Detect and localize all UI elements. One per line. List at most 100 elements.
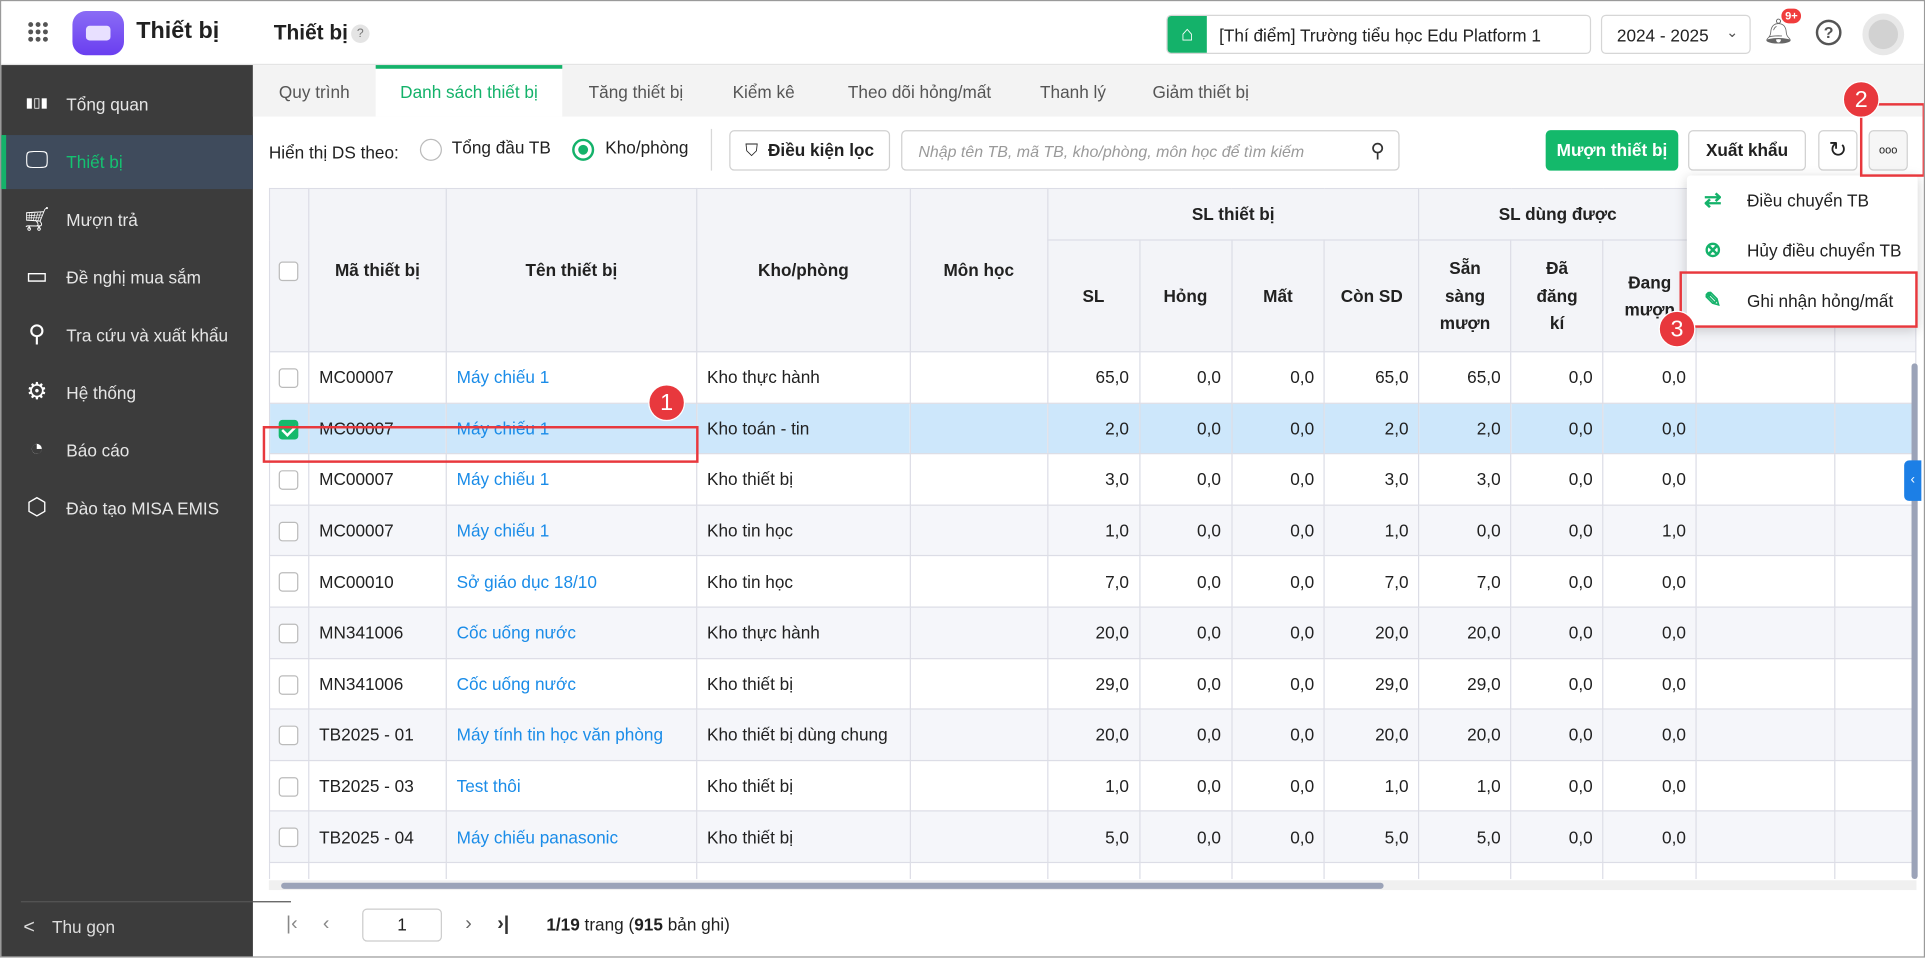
sidebar-item-label: Đề nghị mua sắm (66, 267, 201, 288)
header-room[interactable]: Kho/phòng (695, 187, 911, 353)
sidebar-item-6[interactable]: ◔ Báo cáo (1, 424, 253, 478)
filter-button[interactable]: ⛉ Điều kiện lọc (729, 130, 891, 171)
cell-extra (1695, 555, 1836, 608)
sidebar-item-0[interactable]: ▮▯▮ Tổng quan (1, 77, 253, 131)
cell-hong: 0,0 (1138, 555, 1232, 608)
tab-5[interactable]: Thanh lý (1021, 65, 1124, 117)
tab-2[interactable]: Tăng thiết bị (562, 65, 709, 117)
cell-con_sd: 29,0 (1323, 657, 1420, 710)
search-icon[interactable]: ⚲ (1370, 139, 1384, 164)
row-checkbox[interactable] (278, 368, 299, 388)
cell-name-link[interactable]: Cốc uống nước (445, 657, 698, 710)
radio-total-label: Tổng đầu TB (451, 137, 551, 158)
table-row[interactable]: MN341006 Cốc uống nước Kho thực hành 20,0 0,… (268, 606, 1917, 659)
cell-name-link[interactable]: Máy tính tin học văn phòng (445, 708, 698, 761)
header-sl[interactable]: SL (1046, 239, 1141, 353)
cell-subject (909, 453, 1049, 506)
sidebar-item-label: Tra cứu và xuất khẩu (66, 325, 229, 345)
tab-4[interactable]: Theo dõi hỏng/mất (818, 65, 1022, 117)
menu-item-transfer[interactable]: ⇄ Điều chuyển TB (1687, 176, 1918, 226)
row-checkbox[interactable] (278, 521, 299, 542)
cell-code: MC00007 (308, 504, 447, 557)
next-page-icon[interactable]: › (465, 913, 472, 935)
cell-san_sang: 0,0 (1418, 504, 1512, 557)
header-da-dang-ki[interactable]: Đã đăng kí (1510, 239, 1604, 353)
row-checkbox-cell (268, 351, 310, 404)
borrow-button[interactable]: Mượn thiết bị (1545, 130, 1679, 171)
page-input[interactable]: 1 (362, 908, 442, 942)
help-icon[interactable]: ? (1815, 19, 1842, 46)
sidebar-item-1[interactable]: 🖵︎ Thiết bị (1, 135, 253, 190)
search-placeholder: Nhập tên TB, mã TB, kho/phòng, môn học đ… (918, 142, 1305, 161)
cell-code: MC00010 (308, 555, 447, 608)
tab-6[interactable]: Giảm thiết bị (1125, 65, 1277, 117)
last-page-icon[interactable]: ›| (497, 913, 509, 935)
vertical-scrollbar[interactable] (1911, 363, 1918, 880)
side-panel-toggle[interactable]: ‹ (1904, 460, 1922, 501)
row-checkbox[interactable] (278, 623, 299, 644)
cell-room: Kho tin học (695, 504, 911, 557)
apps-grid-icon[interactable] (28, 22, 48, 42)
avatar[interactable] (1862, 13, 1905, 56)
header-san-sang[interactable]: Sẵn sàng mượn (1418, 239, 1512, 353)
sidebar-item-2[interactable]: 🛒︎ Mượn trả (1, 193, 253, 247)
horizontal-scrollbar[interactable] (268, 880, 1917, 891)
row-checkbox[interactable] (278, 776, 299, 797)
sidebar-item-7[interactable]: ⬡ Đào tạo MISA EMIS (1, 481, 253, 535)
prev-page-icon[interactable]: ‹ (323, 913, 330, 935)
cell-dang_muon: 0,0 (1602, 606, 1697, 659)
tab-3[interactable]: Kiểm kê (710, 65, 818, 117)
sidebar-item-label: Đào tạo MISA EMIS (66, 498, 220, 519)
export-button[interactable]: Xuất khẩu (1688, 130, 1806, 171)
tab-1[interactable]: Danh sách thiết bị (375, 65, 563, 117)
cell-name-link[interactable]: Máy chiếu panasonic (445, 810, 698, 863)
header-subject[interactable]: Môn học (909, 187, 1049, 353)
school-selector[interactable]: ⌂ [Thí điểm] Trường tiểu học Edu Platfor… (1166, 14, 1592, 55)
sidebar-item-4[interactable]: ⚲ Tra cứu và xuất khẩu (1, 308, 253, 362)
header-con-sd[interactable]: Còn SD (1323, 239, 1420, 353)
tab-0[interactable]: Quy trình (253, 65, 376, 117)
cell-name-link[interactable]: Cốc uống nước (445, 606, 698, 659)
collapse-button[interactable]: < Thu gọn (23, 917, 115, 939)
table-row[interactable]: MC00007 Máy chiếu 1 Kho thực hành 65,0 0,0 0,… (268, 351, 1917, 404)
cell-room: Kho thực hành (695, 606, 911, 659)
table-row[interactable]: TB2025 - 03 Test thôi Kho thiết bị 1,0 0,0 0,… (268, 759, 1917, 812)
header-hong[interactable]: Hỏng (1138, 239, 1232, 353)
records-word: bản ghi) (662, 914, 730, 935)
cell-room: Kho thực hành (695, 351, 911, 404)
radio-total[interactable] (419, 138, 442, 161)
table-row[interactable]: MC00010 Sở giáo dục 18/10 Kho tin học 7,0 0,… (268, 555, 1917, 608)
cell-name-link[interactable]: Test thôi (445, 759, 698, 812)
header-name[interactable]: Tên thiết bị (445, 187, 698, 353)
first-page-icon[interactable]: |‹ (286, 913, 298, 935)
cell-hong: 0,0 (1138, 351, 1232, 404)
page-help-icon[interactable]: ? (351, 24, 370, 43)
cell-name-link[interactable]: Sở giáo dục 18/10 (445, 555, 698, 608)
table-row[interactable]: TB2025 - 01 Máy tính tin học văn phòng Kho… (268, 708, 1917, 761)
page-info: 1/19 trang (915 bản ghi) (546, 915, 729, 935)
menu-item-cancel-transfer[interactable]: ⊗ Hủy điều chuyển TB (1687, 226, 1918, 276)
search-input[interactable]: Nhập tên TB, mã TB, kho/phòng, môn học đ… (901, 130, 1400, 171)
refresh-button[interactable]: ↻ (1818, 130, 1858, 171)
radio-room[interactable] (572, 138, 595, 161)
sidebar-item-5[interactable]: ⚙ Hệ thống (1, 366, 253, 420)
header-code[interactable]: Mã thiết bị (308, 187, 447, 353)
row-checkbox[interactable] (278, 827, 299, 848)
table-row[interactable]: TB2025 - 04 Máy chiếu panasonic Kho thiết … (268, 810, 1917, 863)
row-checkbox[interactable] (278, 572, 299, 593)
row-checkbox[interactable] (278, 674, 299, 695)
sidebar-item-3[interactable]: ▭ Đề nghị mua sắm (1, 250, 253, 304)
table-row[interactable]: MN341006 Cốc uống nước Kho thiết bị 29,0 0,0… (268, 657, 1917, 710)
cell-sl: 1,0 (1046, 504, 1141, 557)
cell-dang_muon: 0,0 (1602, 453, 1697, 506)
cell-dang_muon: 1,0 (1602, 504, 1697, 557)
select-all-checkbox[interactable] (279, 261, 299, 282)
year-select[interactable]: 2024 - 2025 ⌄ (1600, 14, 1751, 55)
cell-extra (1695, 402, 1836, 455)
row-checkbox[interactable] (278, 725, 299, 746)
cell-name-link[interactable]: Máy chiếu 1 (445, 504, 698, 557)
gear-icon: ⚙ (26, 379, 48, 406)
header-mat[interactable]: Mất (1230, 239, 1326, 353)
row-checkbox[interactable] (278, 470, 299, 491)
table-row[interactable]: MC00007 Máy chiếu 1 Kho tin học 1,0 0,0 0,0 1,… (268, 504, 1917, 557)
